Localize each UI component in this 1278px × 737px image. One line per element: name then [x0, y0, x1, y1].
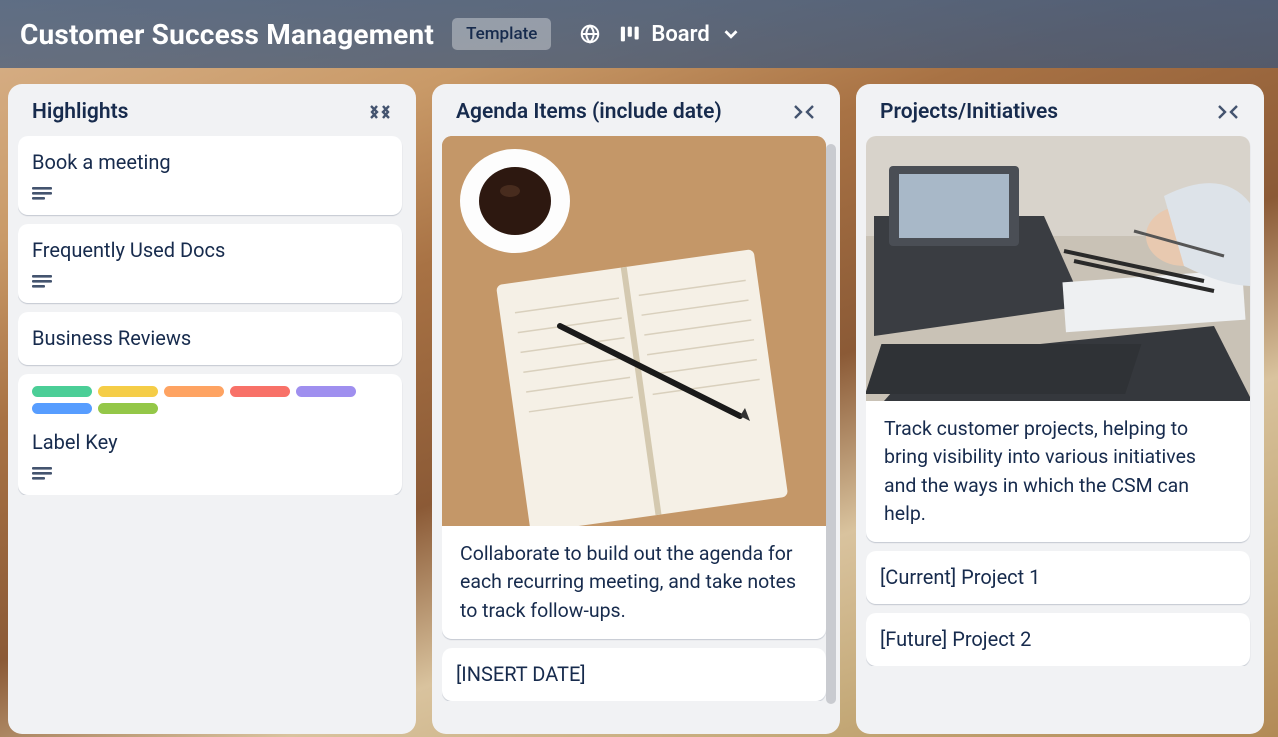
label-orange[interactable]: [164, 386, 224, 397]
list-scrollbar[interactable]: [826, 144, 836, 714]
list-title[interactable]: Projects/Initiatives: [880, 100, 1058, 124]
card[interactable]: Frequently Used Docs: [18, 224, 402, 303]
card-title: [Future] Project 2: [880, 625, 1236, 654]
list-highlights: Highlights Book a meeting Frequentl: [8, 84, 416, 734]
label-green[interactable]: [32, 386, 92, 397]
label-lime[interactable]: [98, 403, 158, 414]
globe-icon[interactable]: [579, 23, 601, 45]
card-title: Track customer projects, helping to brin…: [866, 401, 1250, 532]
card[interactable]: Book a meeting: [18, 136, 402, 215]
card[interactable]: Business Reviews: [18, 312, 402, 365]
card-badges: [32, 467, 388, 483]
card[interactable]: [Future] Project 2: [866, 613, 1250, 666]
card[interactable]: Label Key: [18, 374, 402, 495]
description-icon: [32, 187, 52, 203]
card-labels: [32, 386, 388, 414]
list-cards: Track customer projects, helping to brin…: [866, 136, 1254, 666]
board-header: Customer Success Management Template Boa…: [0, 0, 1278, 68]
collapse-list-icon[interactable]: [1216, 103, 1240, 121]
list-cards: Collaborate to build out the agenda for …: [442, 136, 830, 701]
list-title[interactable]: Agenda Items (include date): [456, 100, 722, 124]
board-view-icon: [619, 24, 641, 44]
list-header: Projects/Initiatives: [866, 94, 1254, 136]
card-cover-image: [866, 136, 1250, 401]
label-yellow[interactable]: [98, 386, 158, 397]
collapse-list-icon[interactable]: [368, 103, 392, 121]
collapse-list-icon[interactable]: [792, 103, 816, 121]
card[interactable]: Collaborate to build out the agenda for …: [442, 136, 826, 639]
card-title: Label Key: [32, 428, 388, 457]
card-title: Frequently Used Docs: [32, 236, 388, 265]
list-header: Agenda Items (include date): [442, 94, 830, 136]
card-title: Collaborate to build out the agenda for …: [442, 526, 826, 629]
list-agenda-items: Agenda Items (include date): [432, 84, 840, 734]
chevron-down-icon: [720, 23, 742, 45]
card-badges: [32, 275, 388, 291]
description-icon: [32, 467, 52, 483]
list-header: Highlights: [18, 94, 406, 136]
label-red[interactable]: [230, 386, 290, 397]
label-blue[interactable]: [32, 403, 92, 414]
board-title[interactable]: Customer Success Management: [20, 18, 434, 51]
list-projects-initiatives: Projects/Initiatives: [856, 84, 1264, 734]
list-cards: Book a meeting Frequently Used Docs Busi…: [18, 136, 406, 495]
board-canvas[interactable]: Highlights Book a meeting Frequentl: [0, 68, 1278, 737]
card-title: Business Reviews: [32, 324, 388, 353]
card[interactable]: Track customer projects, helping to brin…: [866, 136, 1250, 542]
card[interactable]: [Current] Project 1: [866, 551, 1250, 604]
card-cover-image: [442, 136, 826, 526]
card-title: Book a meeting: [32, 148, 388, 177]
list-title[interactable]: Highlights: [32, 100, 128, 124]
card-title: [Current] Project 1: [880, 563, 1236, 592]
card[interactable]: [INSERT DATE]: [442, 648, 826, 701]
view-label: Board: [651, 22, 709, 47]
template-badge[interactable]: Template: [452, 18, 551, 50]
card-badges: [32, 187, 388, 203]
description-icon: [32, 275, 52, 291]
label-purple[interactable]: [296, 386, 356, 397]
view-switcher[interactable]: Board: [619, 22, 741, 47]
card-title: [INSERT DATE]: [456, 660, 812, 689]
